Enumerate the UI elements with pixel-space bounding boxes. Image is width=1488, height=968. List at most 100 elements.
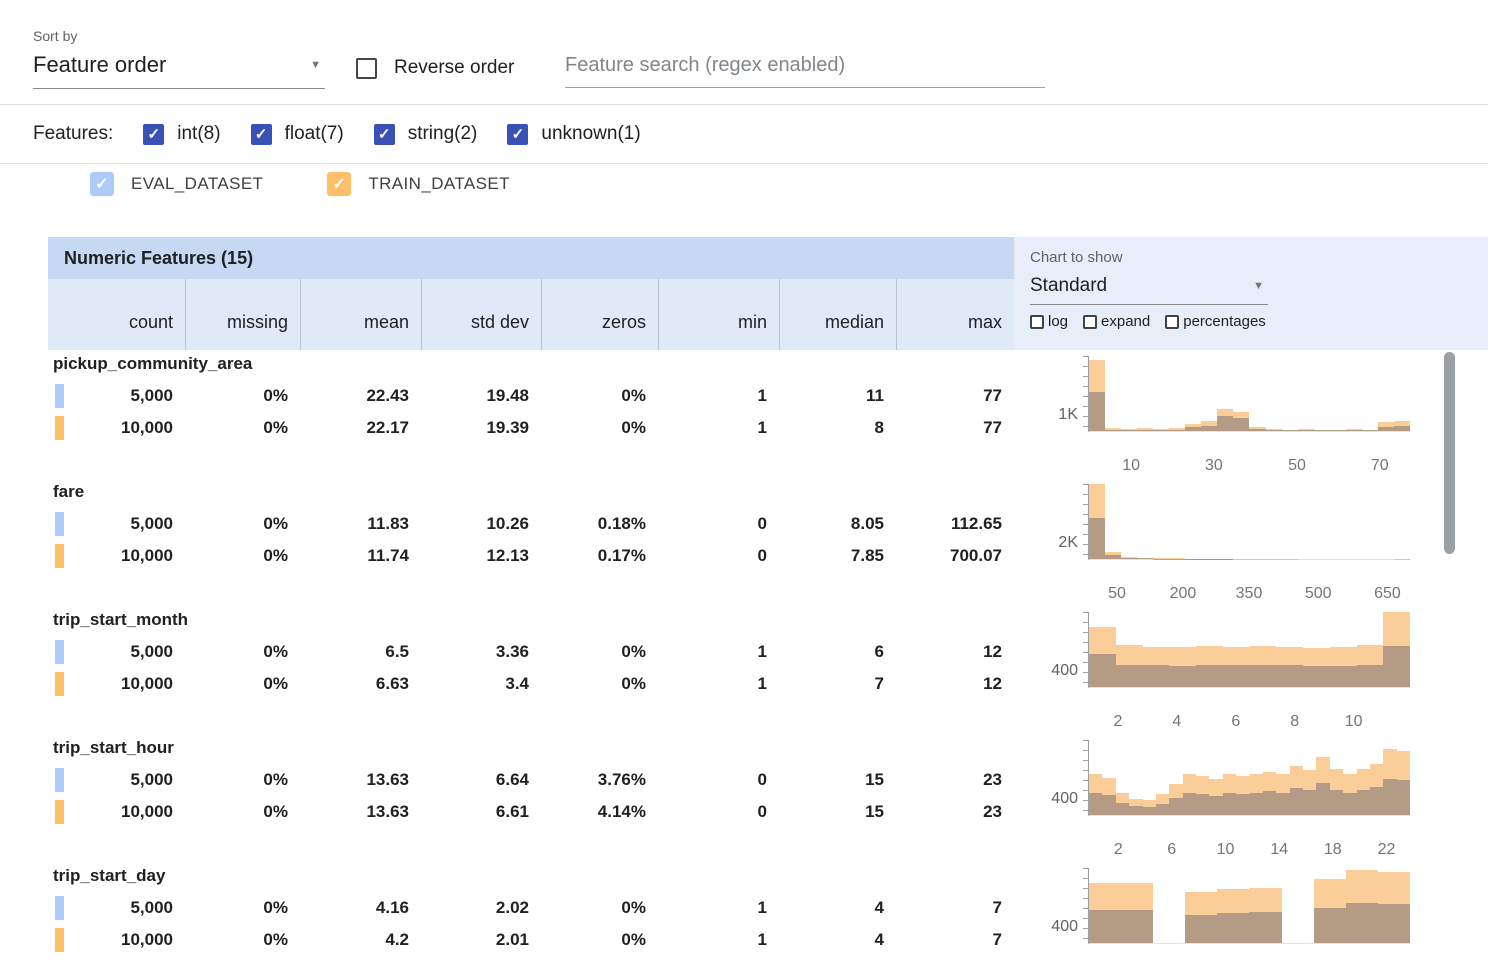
checkbox-unchecked-icon[interactable] [1083, 315, 1097, 329]
x-tick-label: 50 [1108, 585, 1126, 603]
x-tick-label: 70 [1371, 457, 1389, 475]
stat-value-max: 12 [896, 636, 1014, 668]
histogram-bar [1143, 665, 1170, 687]
checkbox-checked-icon[interactable]: ✓ [143, 124, 164, 145]
histogram-bar [1183, 793, 1196, 816]
column-header-missing[interactable]: missing [185, 279, 300, 350]
stat-value-std-dev: 3.4 [421, 668, 541, 700]
column-header-mean[interactable]: mean [300, 279, 421, 350]
y-axis-label: 400 [1020, 790, 1078, 808]
histogram-bar [1185, 915, 1217, 943]
stat-value-max: 23 [896, 764, 1014, 796]
histogram-bar [1223, 793, 1236, 816]
histogram-bar [1121, 558, 1137, 559]
x-tick-label: 500 [1305, 585, 1332, 603]
stat-value-std-dev: 3.36 [421, 636, 541, 668]
x-axis-labels: 2610141822 [1088, 841, 1410, 861]
dataset-toggle-train_dataset[interactable]: ✓TRAIN_DATASET [327, 172, 510, 196]
stat-value-std-dev: 10.26 [421, 508, 541, 540]
toggle-log[interactable]: log [1030, 313, 1068, 330]
y-axis-ticks-icon [1083, 868, 1088, 943]
histogram-bar [1303, 666, 1330, 687]
stat-value-count: 5,000 [48, 380, 185, 412]
feature-stats-row-train: 10,0000%6.633.40%1712 [48, 668, 1014, 700]
toggle-expand[interactable]: expand [1083, 313, 1150, 330]
checkbox-checked-icon[interactable]: ✓ [507, 124, 528, 145]
dataset-swatch-eval [55, 640, 64, 664]
x-axis-labels: 246810 [1088, 713, 1410, 733]
stat-value-min: 0 [658, 508, 779, 540]
histogram-bar [1370, 787, 1383, 815]
chart-to-show-label: Chart to show [1030, 249, 1488, 266]
feature-stats-row-train: 10,0000%13.636.614.14%01523 [48, 796, 1014, 828]
stat-value-mean: 6.5 [300, 636, 421, 668]
toggle-percentages[interactable]: percentages [1165, 313, 1266, 330]
features-filter-label: Features: [33, 123, 113, 145]
dataset-swatch-train [55, 928, 64, 952]
histogram-bar [1169, 430, 1185, 432]
stat-value-min: 1 [658, 636, 779, 668]
histogram-bar [1089, 654, 1116, 687]
x-tick-label: 6 [1231, 713, 1240, 731]
column-header-median[interactable]: median [779, 279, 896, 350]
stat-value-zeros: 0% [541, 668, 658, 700]
stat-value-missing: 0% [185, 508, 300, 540]
stat-value-median: 8 [779, 412, 896, 444]
feature-type-filter-float7[interactable]: ✓float(7) [251, 123, 344, 145]
histogram-bar [1116, 803, 1129, 815]
histogram-bar [1346, 430, 1362, 432]
histogram-bar [1196, 794, 1209, 815]
checkbox-unchecked-icon[interactable] [356, 58, 377, 79]
histogram-plot[interactable] [1088, 356, 1410, 432]
feature-type-filter-string2[interactable]: ✓string(2) [374, 123, 478, 145]
histogram-plot[interactable] [1088, 868, 1410, 944]
histogram-bar [1249, 429, 1265, 431]
stat-value-min: 1 [658, 892, 779, 924]
column-header-min[interactable]: min [658, 279, 779, 350]
histogram-plot[interactable] [1088, 740, 1410, 816]
histogram-bar [1185, 427, 1201, 431]
histogram-plot[interactable] [1088, 484, 1410, 560]
x-tick-label: 2 [1113, 713, 1122, 731]
stat-value-zeros: 0% [541, 892, 658, 924]
histogram-bar [1346, 903, 1378, 943]
checkbox-unchecked-icon[interactable] [1165, 315, 1179, 329]
feature-type-filter-unknown1[interactable]: ✓unknown(1) [507, 123, 640, 145]
column-header-std-dev[interactable]: std dev [421, 279, 541, 350]
reverse-order-checkbox[interactable]: Reverse order [356, 57, 514, 79]
stat-value-count: 10,000 [48, 412, 185, 444]
stat-value-std-dev: 19.48 [421, 380, 541, 412]
feature-stats-row-eval: 5,0000%22.4319.480%11177 [48, 380, 1014, 412]
x-tick-label: 350 [1236, 585, 1263, 603]
histogram-bar [1089, 392, 1105, 431]
x-axis-labels: 50200350500650 [1088, 585, 1410, 605]
histogram-plot[interactable] [1088, 612, 1410, 688]
stat-value-max: 700.07 [896, 540, 1014, 572]
column-header-count[interactable]: count [48, 279, 185, 350]
series-eval_dataset [1089, 356, 1410, 431]
feature-type-filter-int8[interactable]: ✓int(8) [143, 123, 220, 145]
chart-type-dropdown[interactable]: Standard ▼ [1030, 268, 1268, 305]
column-header-max[interactable]: max [896, 279, 1014, 350]
feature-block-trip_start_day: trip_start_day5,0000%4.162.020%14710,000… [48, 862, 1014, 968]
sort-order-dropdown[interactable]: Feature order ▼ [33, 52, 325, 89]
dataset-toggle-eval_dataset[interactable]: ✓EVAL_DATASET [90, 172, 263, 196]
numeric-features-header: Numeric Features (15) [48, 237, 1014, 279]
checkbox-checked-icon[interactable]: ✓ [90, 172, 114, 196]
y-axis-label: 1K [1020, 406, 1078, 424]
checkbox-checked-icon[interactable]: ✓ [374, 124, 395, 145]
feature-name: trip_start_day [53, 866, 165, 886]
checkbox-unchecked-icon[interactable] [1030, 315, 1044, 329]
checkbox-checked-icon[interactable]: ✓ [327, 172, 351, 196]
histogram-bar [1223, 665, 1250, 687]
histogram-bar [1357, 665, 1384, 688]
checkbox-checked-icon[interactable]: ✓ [251, 124, 272, 145]
y-axis-ticks-icon [1083, 484, 1088, 559]
x-axis-labels: 10305070 [1088, 457, 1410, 477]
column-header-zeros[interactable]: zeros [541, 279, 658, 350]
vertical-scrollbar[interactable] [1444, 352, 1455, 554]
stat-value-mean: 22.43 [300, 380, 421, 412]
histogram-bar [1196, 665, 1223, 688]
histogram-bar [1156, 804, 1169, 815]
feature-search-input[interactable] [565, 50, 1045, 88]
